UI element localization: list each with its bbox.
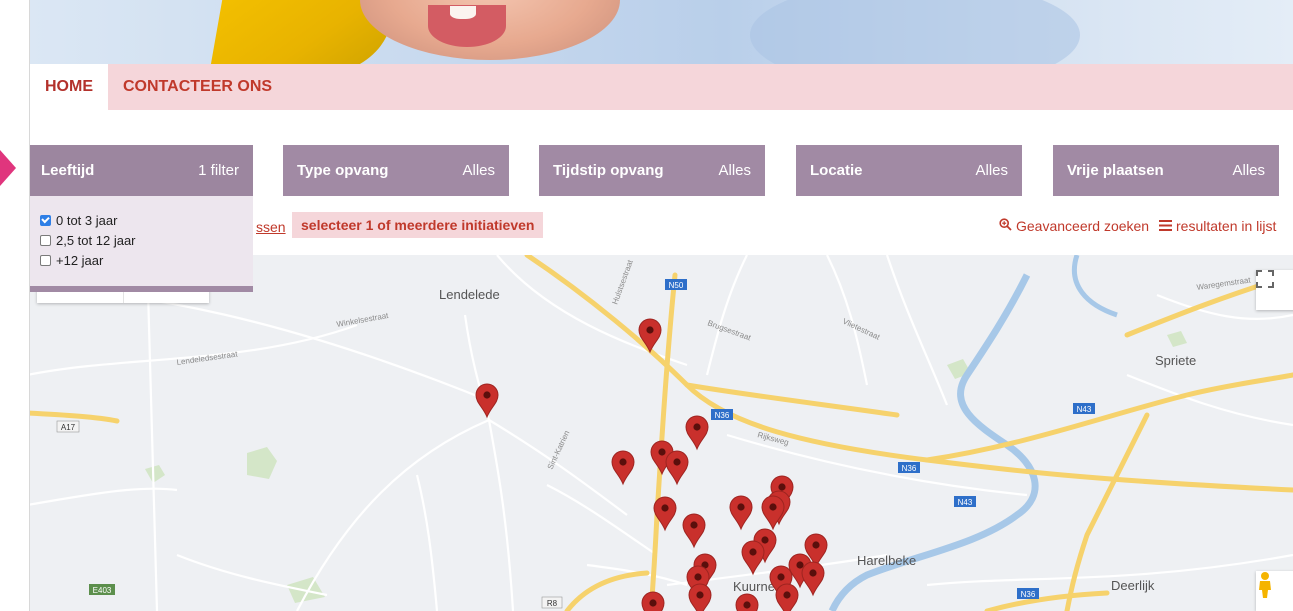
road-shield-label: N50 xyxy=(669,281,684,290)
hero-baby-tooth xyxy=(450,6,476,19)
age-option-0-3[interactable]: 0 tot 3 jaar xyxy=(40,210,253,230)
select-initiatives-badge: selecteer 1 of meerdere initiatieven xyxy=(292,212,544,238)
filter-type-opvang-value: Alles xyxy=(462,162,495,179)
filter-leeftijd-value: 1 filter xyxy=(198,162,239,179)
filter-bar: Leeftijd 1 filter Type opvang Alles Tijd… xyxy=(27,145,1279,196)
page: HOME CONTACTEER ONS Leeftijd 1 filter Ty… xyxy=(0,0,1293,611)
age-option-label: +12 jaar xyxy=(56,252,104,268)
street-view-button[interactable] xyxy=(1256,571,1293,611)
main-nav: HOME CONTACTEER ONS xyxy=(30,64,1293,110)
highlight-pointer-icon xyxy=(0,150,16,186)
age-option-label: 2,5 tot 12 jaar xyxy=(56,232,136,248)
place-label: Lendelede xyxy=(439,287,500,302)
list-results-label: resultaten in lijst xyxy=(1176,218,1277,234)
checkbox-unchecked[interactable] xyxy=(40,234,51,246)
road-shield-label: N36 xyxy=(715,411,730,420)
filter-locatie[interactable]: Locatie Alles xyxy=(796,145,1022,196)
map-marker-icon[interactable] xyxy=(735,593,759,611)
list-icon xyxy=(1159,219,1172,234)
list-results-link[interactable]: resultaten in lijst xyxy=(1159,218,1276,234)
road-shield-label: A17 xyxy=(61,423,76,432)
leeftijd-dropdown: 0 tot 3 jaar 2,5 tot 12 jaar +12 jaar xyxy=(27,196,253,292)
filter-vrije-plaatsen[interactable]: Vrije plaatsen Alles xyxy=(1053,145,1279,196)
fullscreen-button[interactable] xyxy=(1256,270,1293,310)
filter-locatie-value: Alles xyxy=(975,162,1008,179)
advanced-search-label: Geavanceerd zoeken xyxy=(1016,218,1150,234)
nav-home[interactable]: HOME xyxy=(30,64,108,110)
filter-vrije-plaatsen-value: Alles xyxy=(1232,162,1265,179)
age-option-2-12[interactable]: 2,5 tot 12 jaar xyxy=(40,230,253,250)
filter-tijdstip-opvang[interactable]: Tijdstip opvang Alles xyxy=(539,145,765,196)
road-shield-label: E403 xyxy=(93,586,112,595)
page-border xyxy=(29,0,30,611)
hero-background xyxy=(750,0,1080,64)
clear-filters-link[interactable]: ssen xyxy=(256,219,286,235)
map-marker-icon[interactable] xyxy=(641,591,665,611)
road-shield-label: N43 xyxy=(958,498,973,507)
filter-type-opvang-label: Type opvang xyxy=(297,162,389,179)
filter-type-opvang[interactable]: Type opvang Alles xyxy=(283,145,509,196)
place-label: Harelbeke xyxy=(857,553,916,568)
map[interactable]: N50 N36 N36 N43 N43 N36 A17 E403 R8 Lend… xyxy=(27,255,1293,611)
filter-leeftijd[interactable]: Leeftijd 1 filter xyxy=(27,145,253,196)
road-shield-label: N36 xyxy=(902,464,917,473)
age-option-label: 0 tot 3 jaar xyxy=(56,212,118,228)
checkbox-unchecked[interactable] xyxy=(40,254,51,266)
filter-tijdstip-opvang-label: Tijdstip opvang xyxy=(553,162,664,179)
advanced-search-link[interactable]: Geavanceerd zoeken xyxy=(999,218,1149,234)
place-label: Deerlijk xyxy=(1111,578,1155,593)
map-canvas: N50 N36 N36 N43 N43 N36 A17 E403 R8 Lend… xyxy=(27,255,1293,611)
filter-tijdstip-opvang-value: Alles xyxy=(718,162,751,179)
nav-contact[interactable]: CONTACTEER ONS xyxy=(108,64,287,110)
filter-locatie-label: Locatie xyxy=(810,162,863,179)
road-shield-label: N36 xyxy=(1021,590,1036,599)
place-label: Kuurne xyxy=(733,579,775,594)
zoom-icon xyxy=(999,218,1012,234)
filter-vrije-plaatsen-label: Vrije plaatsen xyxy=(1067,162,1164,179)
age-option-12plus[interactable]: +12 jaar xyxy=(40,250,253,270)
checkbox-checked[interactable] xyxy=(40,214,51,226)
page-margin xyxy=(0,0,30,611)
road-shield-label: N43 xyxy=(1077,405,1092,414)
road-shield-label: R8 xyxy=(547,599,558,608)
hero-banner xyxy=(30,0,1293,64)
place-label: Spriete xyxy=(1155,353,1196,368)
filter-leeftijd-label: Leeftijd xyxy=(41,162,95,179)
